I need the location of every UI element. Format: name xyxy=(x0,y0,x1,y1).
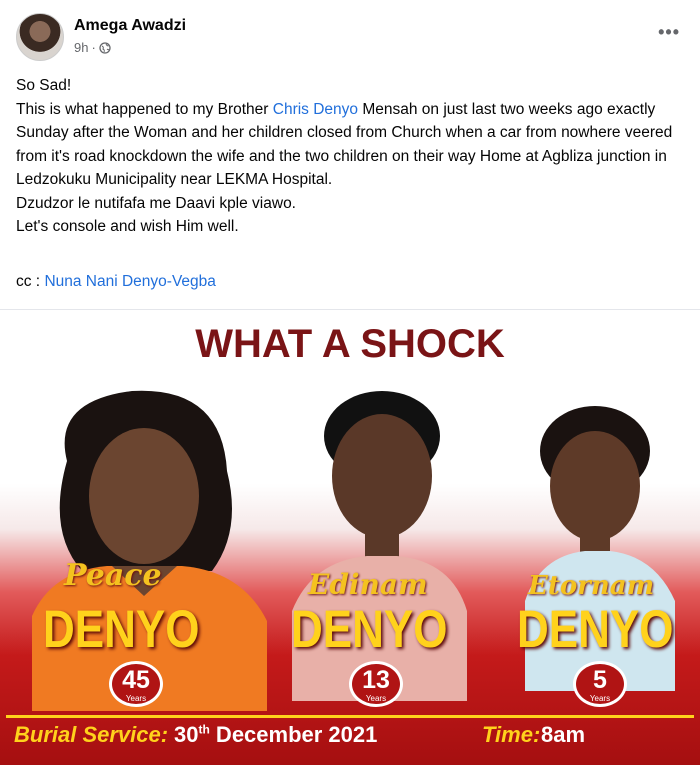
post-text: So Sad! This is what happened to my Brot… xyxy=(16,74,688,239)
age-badge-peace: 45 Years xyxy=(109,661,163,707)
time-value: 8am xyxy=(541,722,586,747)
post-line: Dzudzor le nutifafa me Daavi kple viawo. xyxy=(16,194,296,212)
time-label: Time: xyxy=(482,722,541,747)
first-name-peace: Peace xyxy=(64,558,162,593)
author-name[interactable]: Amega Awadzi xyxy=(74,17,186,35)
author-avatar[interactable] xyxy=(16,13,64,61)
last-name-etornam: DENYO xyxy=(517,600,674,659)
poster-title: WHAT A SHOCK xyxy=(195,322,505,366)
burial-date: 30th December 2021 xyxy=(174,722,378,747)
first-name-etornam: Etornam xyxy=(528,571,655,601)
last-name-edinam: DENYO xyxy=(291,600,448,659)
age-badge-etornam: 5 Years xyxy=(573,661,627,707)
globe-icon xyxy=(99,41,111,54)
age-badge-edinam: 13 Years xyxy=(349,661,403,707)
poster-divider xyxy=(6,715,694,718)
post-line: Let's console and wish Him well. xyxy=(16,218,239,235)
facebook-post: Amega Awadzi 9h · ••• So Sad! This is wh… xyxy=(0,0,700,765)
memorial-poster-image[interactable]: WHAT A SHOCK Peace DENYO 45 Years Edinam… xyxy=(0,311,700,765)
post-header: Amega Awadzi 9h · ••• xyxy=(0,0,700,66)
cc-line: cc : Nuna Nani Denyo-Vegba xyxy=(16,273,216,291)
mention-link[interactable]: Chris Denyo xyxy=(273,101,358,118)
separator xyxy=(0,309,700,310)
post-time[interactable]: 9h xyxy=(74,40,88,55)
post-line: This is what happened to my Brother Chri… xyxy=(16,100,673,189)
post-line: So Sad! xyxy=(16,77,72,94)
more-options-icon[interactable]: ••• xyxy=(658,22,680,43)
cc-label: cc : xyxy=(16,273,41,290)
last-name-peace: DENYO xyxy=(43,600,200,659)
post-meta: 9h · xyxy=(74,40,111,55)
burial-label: Burial Service: xyxy=(14,722,169,747)
first-name-edinam: Edinam xyxy=(308,568,428,601)
cc-mention-link[interactable]: Nuna Nani Denyo-Vegba xyxy=(44,273,215,290)
